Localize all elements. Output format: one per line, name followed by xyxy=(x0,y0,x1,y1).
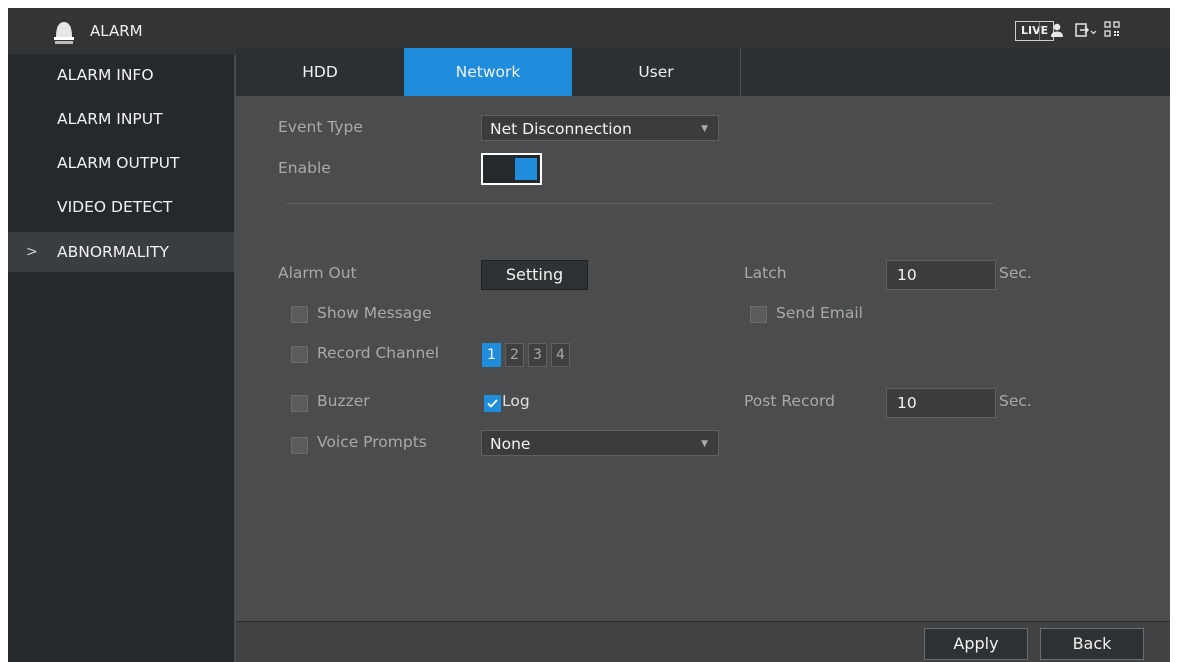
latch-input[interactable]: 10 xyxy=(886,260,996,290)
apply-button[interactable]: Apply xyxy=(924,628,1028,660)
record-channel-checkbox[interactable] xyxy=(291,346,308,363)
sidebar-item-alarm-input[interactable]: ALARM INPUT xyxy=(8,99,234,139)
sidebar-item-label: ALARM INFO xyxy=(57,66,154,84)
section-divider xyxy=(286,203,994,204)
log-label: Log xyxy=(502,392,530,410)
voice-prompts-label: Voice Prompts xyxy=(317,433,427,451)
event-type-label: Event Type xyxy=(278,118,363,136)
sidebar-item-alarm-output[interactable]: ALARM OUTPUT xyxy=(8,143,234,183)
sidebar-item-label: ALARM INPUT xyxy=(57,110,163,128)
channel-4-button[interactable]: 4 xyxy=(551,343,570,367)
enable-toggle[interactable] xyxy=(481,153,542,185)
event-type-value: Net Disconnection xyxy=(490,120,632,138)
alarm-bell-icon xyxy=(54,22,74,44)
chevron-right-icon: > xyxy=(26,244,38,260)
voice-prompts-value: None xyxy=(490,435,531,453)
qr-code-icon[interactable] xyxy=(1104,21,1120,37)
tab-bar: HDD Network User xyxy=(236,48,1170,96)
logout-icon[interactable] xyxy=(1075,22,1097,38)
post-record-label: Post Record xyxy=(744,392,835,410)
enable-label: Enable xyxy=(278,159,331,177)
user-icon[interactable] xyxy=(1050,22,1064,38)
abnormality-network-panel: Event Type Net Disconnection ▼ Enable Al… xyxy=(236,96,1170,621)
sidebar-item-abnormality[interactable]: > ABNORMALITY xyxy=(8,232,234,272)
voice-prompts-select[interactable]: None ▼ xyxy=(481,430,719,456)
sidebar: ALARM INFO ALARM INPUT ALARM OUTPUT VIDE… xyxy=(8,55,234,662)
latch-label: Latch xyxy=(744,264,787,282)
checkmark-icon xyxy=(487,399,498,408)
send-email-label: Send Email xyxy=(776,304,863,322)
sidebar-item-video-detect[interactable]: VIDEO DETECT xyxy=(8,187,234,227)
dropdown-arrow-icon: ▼ xyxy=(701,124,708,134)
app-title: ALARM xyxy=(90,22,143,40)
channel-1-button[interactable]: 1 xyxy=(482,343,501,367)
send-email-checkbox[interactable] xyxy=(750,306,767,323)
tab-user[interactable]: User xyxy=(572,48,740,96)
post-record-unit: Sec. xyxy=(999,392,1032,410)
log-checkbox[interactable] xyxy=(484,395,501,412)
alarm-out-label: Alarm Out xyxy=(278,264,357,282)
tab-hdd[interactable]: HDD xyxy=(236,48,404,96)
sidebar-item-label: VIDEO DETECT xyxy=(57,198,173,216)
toolbar-divider xyxy=(1039,22,1040,40)
dropdown-arrow-icon: ▼ xyxy=(701,439,708,449)
show-message-checkbox[interactable] xyxy=(291,306,308,323)
record-channel-label: Record Channel xyxy=(317,344,440,362)
live-button[interactable]: LIVE xyxy=(1015,21,1055,41)
buzzer-label: Buzzer xyxy=(317,392,370,410)
toggle-knob xyxy=(515,158,537,180)
channel-2-button[interactable]: 2 xyxy=(505,343,524,367)
app-window: ALARM LIVE ALARM INFO ALARM INPUT ALARM … xyxy=(8,8,1170,662)
setting-button[interactable]: Setting xyxy=(481,260,588,290)
sidebar-item-alarm-info[interactable]: ALARM INFO xyxy=(8,55,234,95)
show-message-label: Show Message xyxy=(317,304,432,322)
back-button[interactable]: Back xyxy=(1040,628,1144,660)
sidebar-item-label: ABNORMALITY xyxy=(57,243,169,261)
tab-network[interactable]: Network xyxy=(404,48,572,96)
post-record-input[interactable]: 10 xyxy=(886,388,996,418)
footer-bar: Apply Back xyxy=(236,622,1170,662)
event-type-select[interactable]: Net Disconnection ▼ xyxy=(481,115,719,141)
latch-unit: Sec. xyxy=(999,264,1032,282)
sidebar-item-label: ALARM OUTPUT xyxy=(57,154,180,172)
voice-prompts-checkbox[interactable] xyxy=(291,437,308,454)
buzzer-checkbox[interactable] xyxy=(291,395,308,412)
channel-3-button[interactable]: 3 xyxy=(528,343,547,367)
tab-divider xyxy=(740,48,741,96)
